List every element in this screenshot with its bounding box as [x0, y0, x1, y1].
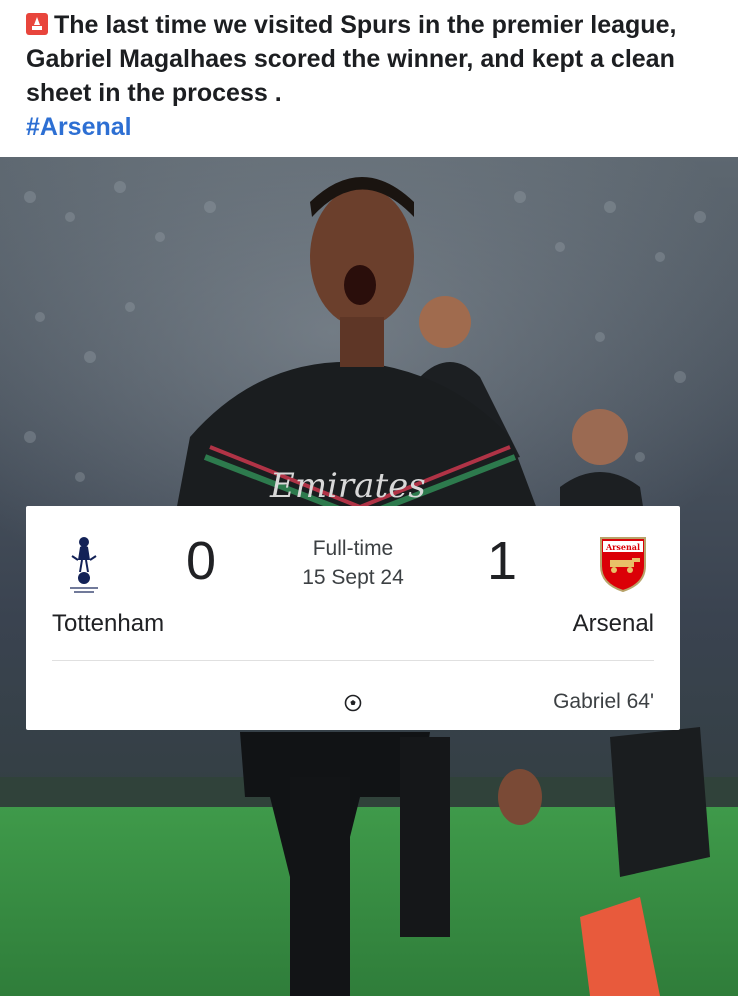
post-text: The last time we visited Spurs in the pr… — [26, 11, 677, 107]
football-icon — [344, 694, 362, 712]
match-status: Full-time — [312, 537, 394, 560]
away-score: 1 — [487, 531, 518, 591]
match-score-card[interactable]: 0 Full-time 15 Sept 24 1 Arsenal Tottenh… — [26, 506, 680, 730]
card-divider — [52, 660, 654, 661]
arsenal-crest-icon: Arsenal — [600, 537, 646, 592]
hashtag-link[interactable]: #Arsenal — [26, 113, 132, 141]
match-date: 15 Sept 24 — [302, 566, 404, 589]
away-team-name[interactable]: Arsenal — [573, 610, 654, 638]
goal-scorer: Gabriel 64' — [553, 690, 654, 713]
photo-edge — [738, 157, 750, 996]
arsenal-crest-text: Arsenal — [605, 542, 640, 552]
siren-alert-icon — [26, 13, 48, 35]
tottenham-crest-icon — [70, 537, 98, 593]
home-score: 0 — [186, 531, 217, 591]
shirt-sponsor: Emirates — [269, 466, 426, 506]
post-caption: The last time we visited Spurs in the pr… — [26, 8, 726, 144]
home-team-name[interactable]: Tottenham — [52, 610, 164, 638]
